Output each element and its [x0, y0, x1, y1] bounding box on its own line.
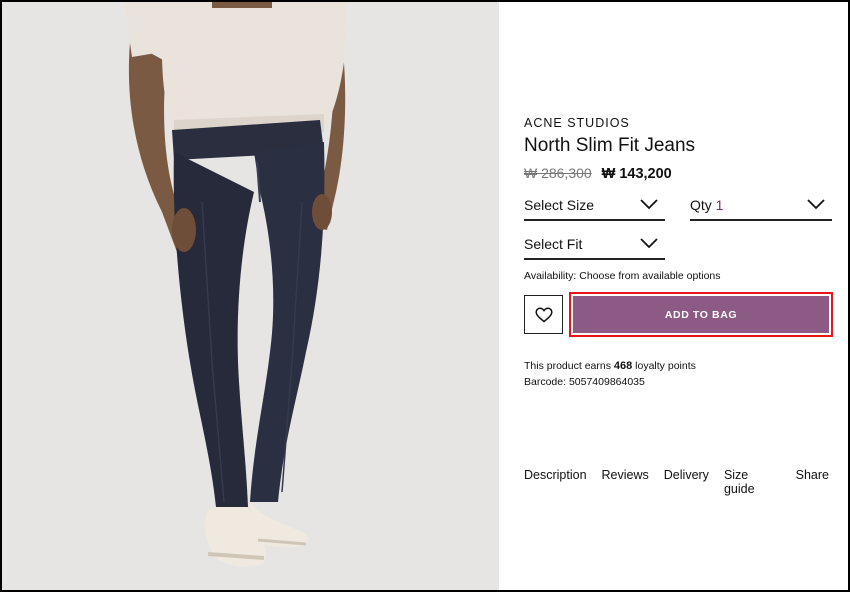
sale-price: ₩ 143,200	[601, 166, 672, 182]
availability-text: Availability: Choose from available opti…	[524, 270, 721, 282]
brand-name[interactable]: ACNE STUDIOS	[524, 116, 630, 130]
qty-label: Qty	[690, 197, 712, 213]
heart-icon	[534, 306, 553, 322]
fit-select[interactable]: Select Fit	[524, 234, 665, 260]
model-in-jeans-illustration	[2, 2, 499, 590]
qty-value: 1	[715, 197, 724, 213]
product-details: ACNE STUDIOS North Slim Fit Jeans ₩ 286,…	[524, 2, 844, 590]
original-price: ₩ 286,300	[524, 165, 592, 181]
product-info-tabs: Description Reviews Delivery Size guide …	[524, 468, 844, 496]
tab-description[interactable]: Description	[524, 468, 587, 496]
tab-reviews[interactable]: Reviews	[602, 468, 649, 496]
size-select-label: Select Size	[524, 197, 595, 213]
page-frame: ACNE STUDIOS North Slim Fit Jeans ₩ 286,…	[0, 0, 850, 592]
barcode-text: Barcode: 5057409864035	[524, 376, 645, 388]
tab-delivery[interactable]: Delivery	[664, 468, 709, 496]
product-title: North Slim Fit Jeans	[524, 135, 696, 156]
chevron-down-icon	[640, 238, 658, 249]
tab-share[interactable]: Share	[796, 468, 829, 496]
quantity-select-label: Qty 1	[690, 197, 723, 213]
chevron-down-icon	[640, 199, 658, 210]
quantity-select[interactable]: Qty 1	[690, 195, 832, 221]
loyalty-points-text: This product earns 468 loyalty points	[524, 360, 696, 372]
loyalty-prefix: This product earns	[524, 360, 611, 372]
price-block: ₩ 286,300 ₩ 143,200	[524, 165, 672, 182]
tab-size-guide[interactable]: Size guide	[724, 468, 781, 496]
add-to-bag-button[interactable]: ADD TO BAG	[573, 296, 829, 333]
fit-select-label: Select Fit	[524, 236, 583, 252]
loyalty-points-value: 468	[613, 360, 633, 372]
wishlist-button[interactable]	[524, 295, 563, 334]
chevron-down-icon	[807, 199, 825, 210]
product-image[interactable]	[2, 2, 499, 590]
size-select[interactable]: Select Size	[524, 195, 665, 221]
loyalty-suffix: loyalty points	[635, 360, 696, 372]
